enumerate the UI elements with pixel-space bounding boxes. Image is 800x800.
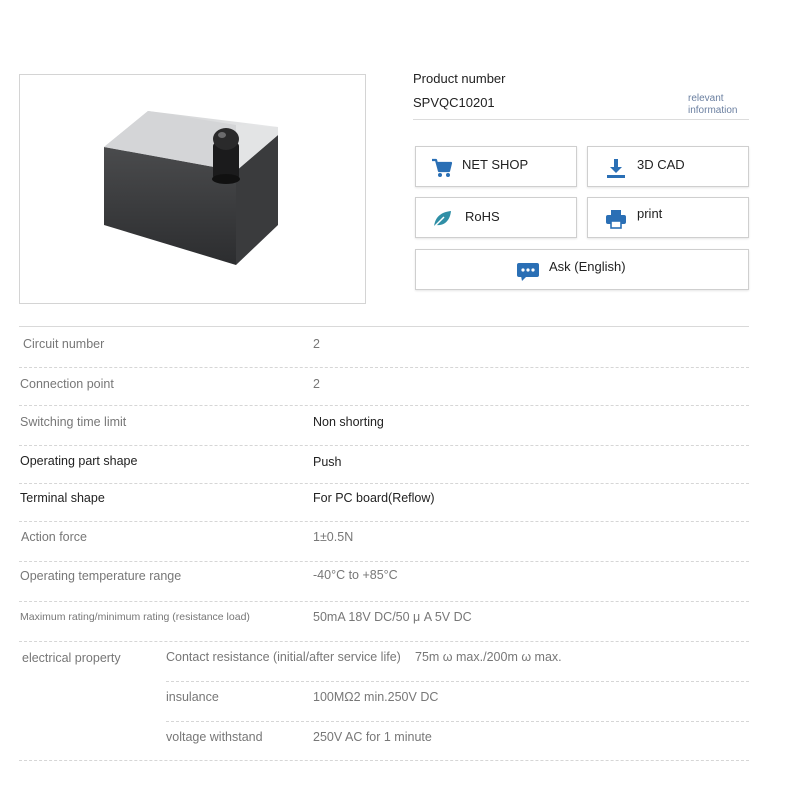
spec-row-switching-time-limit: Switching time limit Non shorting [19, 406, 749, 446]
spec-row-connection-point: Connection point 2 [19, 368, 749, 406]
relevant-information-link[interactable]: relevant information [688, 93, 752, 117]
3d-cad-button[interactable]: 3D CAD [587, 146, 749, 187]
electrical-row-label: voltage withstand [166, 730, 263, 744]
spec-label: Terminal shape [20, 491, 105, 505]
spec-label: Action force [21, 530, 88, 544]
spec-row-terminal-shape: Terminal shape For PC board(Reflow) [19, 484, 749, 522]
spec-row-operating-part-shape: Operating part shape Push [19, 446, 749, 484]
chat-bubble-icon [516, 262, 539, 282]
spec-value: -40°C to +85°C [313, 568, 398, 582]
spec-value: 1±0.5N [313, 530, 354, 544]
leaf-icon [431, 209, 453, 229]
electrical-row-value: 250V AC for 1 minute [313, 730, 432, 744]
divider [413, 119, 749, 120]
product-image [19, 74, 366, 304]
spec-value: 2 [313, 377, 320, 391]
shopping-cart-icon [431, 158, 453, 178]
net-shop-button[interactable]: NET SHOP [415, 146, 577, 187]
spec-row-circuit-number: Circuit number 2 [19, 327, 749, 368]
electrical-property-label: electrical property [22, 651, 121, 665]
spec-value: 2 [313, 337, 320, 351]
print-button[interactable]: print [587, 197, 749, 238]
rohs-label: RoHS [465, 209, 500, 224]
spec-row-action-force: Action force 1±0.5N [19, 522, 749, 562]
spec-label: Maximum rating/minimum rating (resistanc… [20, 611, 250, 623]
electrical-row-insulance: insulance 100MΩ2 min.250V DC [166, 682, 749, 722]
spec-label: Operating temperature range [20, 569, 182, 583]
ask-english-label: Ask (English) [549, 259, 626, 274]
product-number-value: SPVQC10201 [413, 95, 495, 110]
spec-table-bottom-divider [19, 760, 749, 761]
spec-row-operating-temperature-range: Operating temperature range -40°C to +85… [19, 562, 749, 602]
electrical-row-label: Contact resistance (initial/after servic… [166, 650, 401, 664]
electrical-row-value: 100MΩ2 min.250V DC [313, 690, 439, 704]
spec-value: Non shorting [313, 415, 384, 429]
electrical-row-contact-resistance: Contact resistance (initial/after servic… [166, 642, 749, 682]
spec-label: Connection point [20, 377, 114, 391]
spec-value: For PC board(Reflow) [313, 491, 435, 505]
print-label: print [637, 206, 663, 221]
spec-row-maximum-rating: Maximum rating/minimum rating (resistanc… [19, 602, 749, 642]
electrical-row-label: insulance [166, 690, 219, 704]
electrical-row-value: 75m ω max./200m ω max. [415, 650, 562, 664]
3d-cad-label: 3D CAD [637, 157, 685, 172]
spec-label: Switching time limit [20, 415, 127, 429]
rohs-button[interactable]: RoHS [415, 197, 577, 238]
switch-illustration [104, 111, 278, 265]
spec-label: Circuit number [23, 337, 105, 351]
spec-label: Operating part shape [20, 454, 138, 468]
spec-value: 50mA 18V DC/50 μ A 5V DC [313, 610, 472, 624]
download-icon [605, 158, 627, 178]
printer-icon [605, 209, 627, 229]
spec-value: Push [313, 455, 342, 469]
product-number-label: Product number [413, 71, 506, 86]
electrical-row-voltage-withstand: voltage withstand 250V AC for 1 minute [166, 722, 749, 760]
net-shop-label: NET SHOP [462, 157, 529, 172]
ask-english-button[interactable]: Ask (English) [415, 249, 749, 290]
